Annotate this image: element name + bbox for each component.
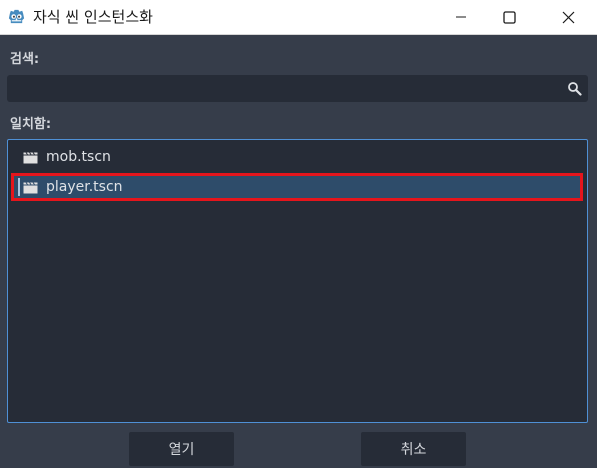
matches-list[interactable]: mob.tscn player.tscn [7, 139, 588, 423]
scene-clapperboard-icon [23, 151, 38, 163]
list-item-mob-tscn[interactable]: mob.tscn [12, 144, 580, 170]
matches-label: 일치함: [10, 117, 52, 132]
instantiate-child-scene-dialog: 자식 씬 인스턴스화 검색: 일치함: mob.tscn player.tscn… [0, 0, 597, 468]
search-icon [568, 82, 582, 96]
title-bar[interactable]: 자식 씬 인스턴스화 [0, 0, 597, 35]
maximize-button[interactable] [486, 0, 532, 34]
list-item-label: player.tscn [46, 179, 123, 195]
maximize-icon [502, 10, 516, 24]
search-input[interactable] [7, 75, 588, 102]
close-icon [562, 11, 574, 23]
cancel-button[interactable]: 취소 [361, 432, 466, 466]
minimize-button[interactable] [438, 0, 484, 34]
minimize-icon [456, 16, 466, 18]
list-item-player-tscn[interactable]: player.tscn [11, 173, 583, 201]
scene-clapperboard-icon [23, 181, 38, 193]
close-button[interactable] [545, 0, 591, 34]
window-title: 자식 씬 인스턴스화 [33, 8, 153, 26]
search-label: 검색: [10, 52, 40, 67]
list-item-label: mob.tscn [46, 149, 111, 165]
open-button[interactable]: 열기 [129, 432, 234, 466]
godot-icon [8, 9, 25, 24]
